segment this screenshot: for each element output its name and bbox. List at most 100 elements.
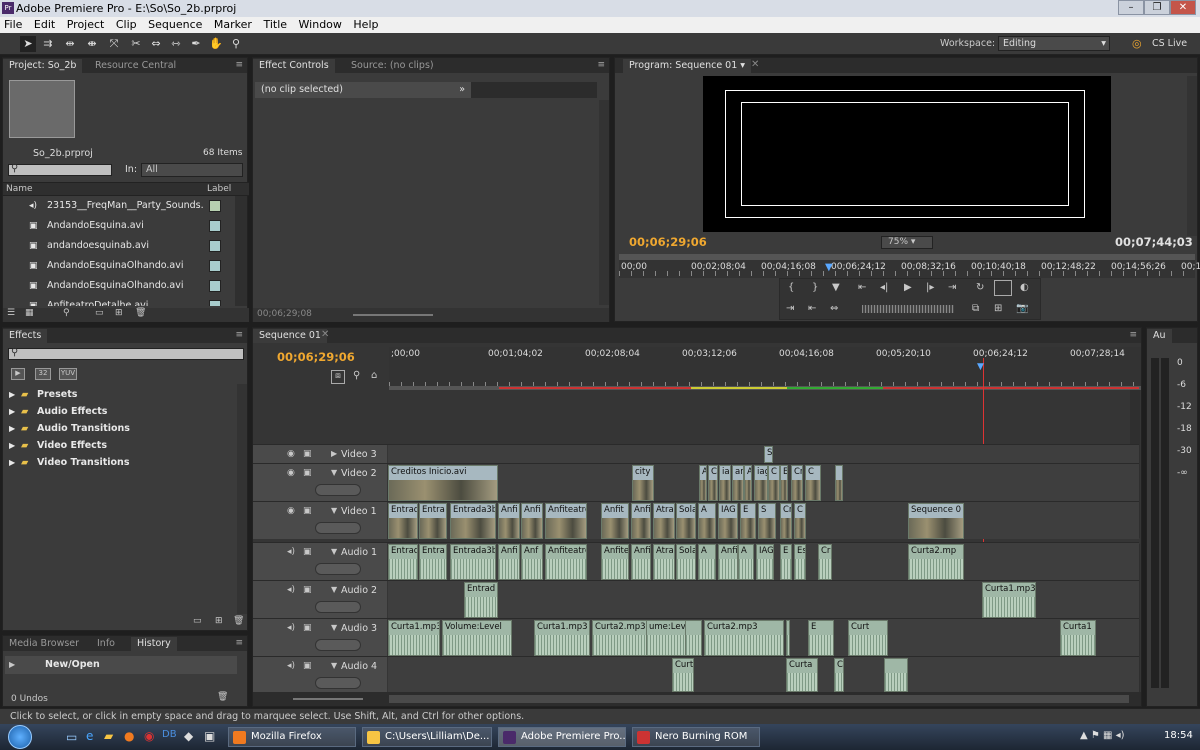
history-item[interactable]: ▶ New/Open [5,656,237,674]
video-clip[interactable]: IAG [718,503,738,539]
audio-clip[interactable]: Curt [848,620,888,656]
program-scrollbar[interactable] [1187,76,1197,236]
track-area[interactable]: Curta1.mp3 Volume:Level Curta1.mp3 Curta2.m… [388,619,1139,656]
delete-icon[interactable]: 🗑 [217,692,228,702]
keyframe-controls[interactable] [315,639,361,651]
audio-clip[interactable]: Anf [521,544,543,580]
program-zoom-select[interactable]: 75% ▾ [881,236,933,249]
delete-icon[interactable]: 🗑 [135,308,146,318]
new-custom-bin-icon[interactable]: ⊞ [215,616,223,626]
lift-icon[interactable]: ⇥ [786,303,794,314]
keyframe-controls[interactable] [315,677,361,689]
track-area[interactable]: S [388,445,1139,463]
taskbar-firefox[interactable]: Mozilla Firefox [228,727,356,747]
video-clip[interactable]: Atra [653,503,675,539]
video-clip[interactable]: C [708,465,718,501]
effects-folder[interactable]: ▶ ▰ Video Transitions [3,454,235,471]
lock-track-icon[interactable]: ▣ [303,585,312,595]
video-clip[interactable]: iag [754,465,768,501]
panel-menu-icon[interactable]: ≡ [235,638,243,648]
video-clip[interactable]: Anfi [699,465,707,501]
label-color-chip[interactable] [209,260,221,272]
audio-clip[interactable]: ume:Level [646,620,686,656]
video-clip[interactable]: C [805,465,821,501]
lock-track-icon[interactable]: ▣ [303,506,312,516]
yuv-effects-badge[interactable]: YUV [59,368,77,380]
project-search-input[interactable]: ⚲ [8,163,112,176]
tab-program[interactable]: Program: Sequence 01 ▾ [623,59,752,73]
audio-clip[interactable]: A [698,544,716,580]
video-clip[interactable]: Entra [419,503,447,539]
find-icon[interactable]: ⚲ [63,308,70,318]
audio-clip[interactable]: Curta1.mp3 [982,582,1036,618]
close-button[interactable]: ✕ [1170,0,1196,15]
slip-tool-icon[interactable]: ⇔ [148,36,164,52]
tab-history[interactable]: History [131,637,177,651]
jog-disk[interactable] [862,305,954,313]
tab-project[interactable]: Project: So_2b [3,59,83,73]
app-icon[interactable]: ▣ [204,729,215,743]
step-forward-icon[interactable]: |▸ [926,282,934,293]
effect-controls-scrollbar[interactable] [599,100,609,305]
track-area[interactable]: Entrad Entra Entrada3b Anfi Anf Anfiteatro Anf… [388,543,1139,580]
video-clip[interactable]: Entrada3b [450,503,496,539]
work-area-bar[interactable] [389,386,1141,390]
collapse-track-icon[interactable]: ▼ [331,585,337,594]
expand-icon[interactable]: ▶ [9,437,15,454]
play-icon[interactable]: ▶ [904,282,912,293]
project-item[interactable]: ▣ AnfiteatroDetalhe.avi [3,296,235,306]
audio-clip[interactable]: IAG [756,544,774,580]
menu-title[interactable]: Title [263,18,287,31]
32bit-effects-badge[interactable]: 32 [35,368,51,380]
shuttle-icon[interactable]: ⇔ [830,303,838,314]
video-clip[interactable]: A [698,503,716,539]
project-item[interactable]: ◂) 23153__FreqMan__Party_Sounds. [3,196,235,216]
collapse-track-icon[interactable]: ▼ [331,468,337,477]
audio-clip[interactable]: Anfiteatro [545,544,587,580]
app-icon[interactable]: ◆ [184,729,193,743]
collapse-track-icon[interactable]: ▼ [331,547,337,556]
audio-clip[interactable]: Volume:Level [442,620,512,656]
menu-file[interactable]: File [4,18,22,31]
video-clip[interactable]: Anfi [498,503,520,539]
effects-folder[interactable]: ▶ ▰ Audio Effects [3,403,235,420]
icon-view-icon[interactable]: ▦ [25,308,34,318]
video-clip[interactable]: Anfi [631,503,651,539]
firefox-icon[interactable]: ● [124,729,134,743]
label-color-chip[interactable] [209,220,221,232]
video-clip[interactable]: S [758,503,776,539]
audio-clip[interactable]: Curta [786,658,818,692]
list-view-icon[interactable]: ☰ [7,308,15,318]
menu-project[interactable]: Project [67,18,105,31]
collapse-track-icon[interactable]: ▼ [331,506,337,515]
marker-icon[interactable]: ⌂ [371,370,377,381]
show-hide-timeline-icon[interactable]: » [459,82,465,98]
program-playhead[interactable]: ▼ [825,262,835,273]
panel-menu-icon[interactable]: ≡ [235,60,243,70]
project-scrollbar[interactable] [235,196,247,306]
audio-clip[interactable]: Es [794,544,806,580]
in-select[interactable]: All [141,163,243,177]
output-icon[interactable]: ◐ [1020,282,1029,293]
label-color-chip[interactable] [209,240,221,252]
start-button[interactable] [8,725,32,749]
tab-effects[interactable]: Effects [3,329,48,343]
safe-margins-icon[interactable] [994,280,1012,296]
program-current-timecode[interactable]: 00;06;29;06 [629,235,707,249]
tab-resource-central[interactable]: Resource Central [89,59,182,73]
audio-clip[interactable]: E [780,544,792,580]
effects-folder[interactable]: ▶ ▰ Audio Transitions [3,420,235,437]
tab-audio-meters[interactable]: Au [1147,329,1172,343]
sequence-timecode[interactable]: 00;06;29;06 [277,350,355,364]
track-area[interactable]: Entrad Curta1.mp3 [388,581,1139,618]
step-back-icon[interactable]: ◂| [880,282,888,293]
audio-clip[interactable]: E [808,620,834,656]
effects-folder[interactable]: ▶ ▰ Video Effects [3,437,235,454]
menu-window[interactable]: Window [299,18,342,31]
video-clip[interactable]: S [764,446,773,463]
panel-menu-icon[interactable]: ≡ [235,330,243,340]
maximize-button[interactable]: ❐ [1144,0,1170,15]
menu-clip[interactable]: Clip [116,18,137,31]
taskbar-premiere[interactable]: Adobe Premiere Pro... [498,727,626,747]
audio-clip[interactable]: Entra [419,544,447,580]
